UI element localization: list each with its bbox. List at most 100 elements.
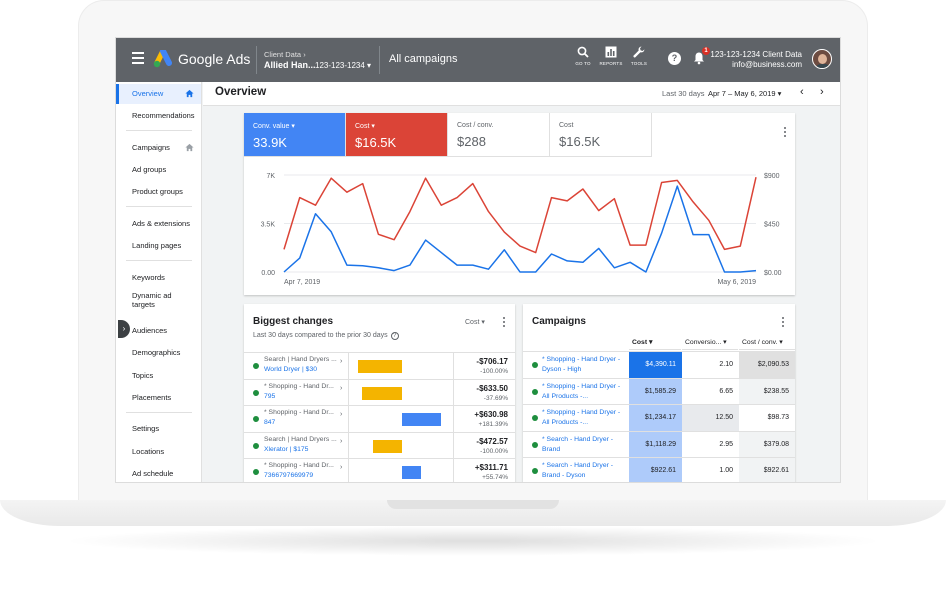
home-icon — [185, 89, 194, 98]
campaign-type: * Shopping - Hand Dr... — [264, 409, 334, 416]
sidebar-item-recommendations[interactable]: Recommendations — [116, 106, 201, 126]
more-icon[interactable] — [501, 317, 507, 331]
column-header-cost[interactable]: Cost ▾ — [629, 336, 681, 350]
table-row[interactable]: * Search - Hand Dryer - Brand - Dyson $92… — [523, 457, 795, 482]
sidebar-item-label: Overview — [132, 89, 164, 98]
change-bar — [362, 386, 402, 400]
avatar[interactable] — [812, 49, 832, 69]
change-percent: +55.74% — [482, 474, 508, 481]
column-header-cost-per-conv[interactable]: Cost / conv. ▾ — [739, 336, 795, 350]
chart-more-icon[interactable] — [782, 127, 788, 141]
change-bar — [358, 360, 402, 373]
sidebar-item-keywords[interactable]: Keywords — [116, 268, 201, 288]
sidebar-item-ads-extensions[interactable]: Ads & extensions — [116, 214, 201, 234]
list-item[interactable]: * Shopping - Hand Dr... › 795 -$633.50 -37.6… — [244, 378, 515, 406]
list-item[interactable]: * Shopping - Hand Dr... › 847 +$630.98 +181.… — [244, 405, 515, 432]
status-dot — [532, 415, 538, 421]
account-email[interactable]: info@business.com — [732, 60, 802, 69]
item-link[interactable]: World Dryer | $30 — [264, 366, 317, 373]
sidebar-item-label: Audiences — [132, 326, 168, 335]
cost-cell: $922.61 — [629, 458, 682, 482]
cost-cell: $1,585.29 — [629, 378, 682, 405]
metric-dropdown[interactable]: Cost ▾ — [465, 318, 485, 326]
sidebar-item-topics[interactable]: Topics — [116, 366, 201, 386]
list-item[interactable]: Search | Hand Dryers ... › Xlerator | $175… — [244, 431, 515, 459]
item-link[interactable]: Xlerator | $175 — [264, 446, 308, 453]
sidebar-item-placements[interactable]: Placements — [116, 388, 201, 408]
left-axis-tick-label: 0.00 — [261, 270, 275, 277]
item-link[interactable]: 7366797669979 — [264, 472, 313, 479]
card-subtitle-text: Last 30 days compared to the prior 30 da… — [253, 332, 388, 339]
table-row[interactable]: * Shopping - Hand Dryer - Dyson - High $4… — [523, 351, 795, 379]
right-axis-tick-label: $900 — [764, 173, 780, 180]
previous-period-icon[interactable]: ‹ — [800, 86, 804, 98]
table-row[interactable]: * Search - Hand Dryer - Brand $1,118.29 2.… — [523, 430, 795, 458]
sidebar-item-label: Topics — [132, 371, 154, 380]
campaign-type: Search | Hand Dryers ... — [264, 435, 337, 443]
campaign-name-link[interactable]: * Search - Hand Dryer - Brand — [542, 435, 628, 455]
column-header-conversions[interactable]: Conversio... ▾ — [682, 336, 738, 350]
list-item[interactable]: Search | Hand Dryers ... › World Dryer | $… — [244, 352, 515, 379]
sidebar-item-overview[interactable]: Overview — [116, 84, 201, 104]
client-name[interactable]: Allied Han... — [264, 60, 316, 70]
change-bar-zone — [348, 459, 454, 482]
conversions-cell: 6.65 — [682, 378, 739, 405]
item-link[interactable]: 795 — [264, 393, 275, 400]
campaign-name-link[interactable]: * Shopping - Hand Dryer - Dyson - High — [542, 355, 628, 375]
conversions-cell: 2.95 — [682, 431, 739, 458]
metric-conv-value[interactable]: Conv. value ▾ 33.9K — [244, 113, 346, 157]
item-link[interactable]: 847 — [264, 419, 275, 426]
sidebar-item-demographics[interactable]: Demographics — [116, 343, 201, 363]
next-period-icon[interactable]: › — [820, 86, 824, 98]
client-id-dropdown[interactable]: 123-123-1234 ▾ — [315, 61, 371, 70]
reports-icon — [605, 46, 617, 58]
list-item[interactable]: * Shopping - Hand Dr... › 7366797669979 +$3… — [244, 458, 515, 482]
campaign-name-link[interactable]: * Shopping - Hand Dryer - All Products -… — [542, 408, 628, 428]
account-id[interactable]: 123-123-1234 Client Data — [710, 50, 802, 59]
table-row[interactable]: * Shopping - Hand Dryer - All Products -… — [523, 377, 795, 405]
date-range-picker[interactable]: Apr 7 – May 6, 2019 ▾ — [708, 89, 781, 98]
sidebar-item-ad-schedule[interactable]: Ad schedule — [116, 464, 201, 482]
sidebar-item-label: Landing pages — [132, 241, 182, 250]
metric-cost-total[interactable]: Cost $16.5K — [550, 113, 652, 157]
campaign-name-link[interactable]: * Shopping - Hand Dryer - All Products -… — [542, 382, 628, 402]
metric-value: $16.5K — [559, 134, 601, 149]
sidebar-item-locations[interactable]: Locations — [116, 442, 201, 462]
left-axis-tick-label: 3.5K — [261, 222, 276, 229]
metric-cost-per-conv[interactable]: Cost / conv. $288 — [448, 113, 550, 157]
cost-per-conv-cell: $238.55 — [739, 378, 795, 405]
campaign-type: * Shopping - Hand Dr... — [264, 462, 334, 469]
campaigns-selector[interactable]: All campaigns — [389, 53, 457, 65]
info-icon[interactable]: ? — [390, 332, 399, 340]
tools-button[interactable]: TOOLS — [627, 46, 651, 66]
campaign-name-link[interactable]: * Search - Hand Dryer - Brand - Dyson — [542, 461, 628, 481]
more-icon[interactable] — [780, 317, 786, 331]
brand-name[interactable]: Google Ads — [178, 51, 250, 67]
goto-button[interactable]: GO TO — [571, 46, 595, 66]
change-bar-zone — [348, 432, 454, 459]
cost-per-conv-cell: $2,090.53 — [739, 352, 795, 379]
change-value: -$706.17 — [476, 357, 508, 366]
metric-label: Cost — [559, 122, 574, 129]
sidebar-item-settings[interactable]: Settings — [116, 419, 201, 439]
sidebar-item-ad-groups[interactable]: Ad groups — [116, 160, 201, 180]
chevron-right-icon: › — [303, 50, 306, 59]
reports-button[interactable]: REPORTS — [599, 46, 623, 66]
tools-label: TOOLS — [630, 61, 648, 66]
conversions-cell: 2.10 — [682, 352, 739, 379]
help-icon[interactable]: ? — [668, 52, 681, 65]
menu-icon[interactable] — [132, 52, 144, 66]
line-chart: 7K 3.5K 0.00 $900 $450 $0.00 Apr 7, 2019 May 6,… — [261, 173, 782, 286]
campaign-type: * Shopping - Hand Dr... — [264, 382, 334, 390]
metric-cost[interactable]: Cost ▾ $16.5K — [346, 113, 448, 157]
sidebar-item-product-groups[interactable]: Product groups — [116, 182, 201, 202]
sidebar-item-landing-pages[interactable]: Landing pages — [116, 236, 201, 256]
cost-cell: $1,118.29 — [629, 431, 682, 458]
change-percent: -37.69% — [483, 394, 508, 402]
change-value: +$630.98 — [474, 410, 508, 419]
sidebar-item-campaigns[interactable]: Campaigns — [116, 138, 201, 158]
home-icon — [185, 143, 194, 152]
chevron-right-icon: › — [340, 358, 343, 365]
table-row[interactable]: * Shopping - Hand Dryer - All Products -… — [523, 404, 795, 432]
sidebar-item-dynamic-ad-targets[interactable]: Dynamic ad targets — [116, 290, 186, 312]
